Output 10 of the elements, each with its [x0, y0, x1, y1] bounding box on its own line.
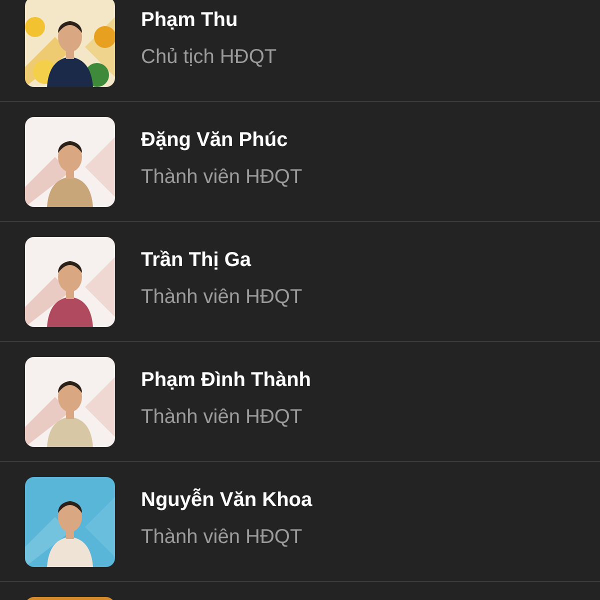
- member-role: Thành viên HĐQT: [141, 166, 302, 189]
- member-name: Đặng Văn Phúc: [141, 129, 289, 152]
- member-role: Thành viên HĐQT: [141, 286, 302, 309]
- member-role: Thành viên HĐQT: [141, 526, 304, 549]
- member-name: Phạm Thu: [141, 9, 239, 32]
- member-name: Phạm Đình Thành: [141, 369, 311, 392]
- member-name: Trần Thị Ga: [141, 249, 252, 272]
- member-role: Thành viên HĐQT: [141, 406, 304, 429]
- member-role: Chủ tịch HĐQT: [141, 46, 277, 69]
- member-name: Nguyễn Văn Khoa: [141, 489, 312, 512]
